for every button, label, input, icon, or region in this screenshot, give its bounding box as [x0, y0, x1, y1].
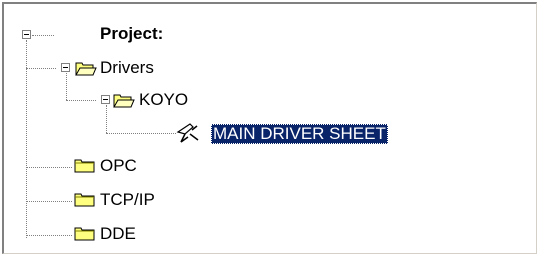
tree-connector [26, 40, 27, 238]
folder-icon [74, 193, 95, 207]
tree-item-drivers[interactable]: Drivers [98, 58, 156, 78]
tree-item-koyo[interactable]: KOYO [137, 90, 190, 110]
tree-connector [66, 100, 96, 101]
tree-connector [106, 133, 176, 134]
folder-icon [74, 227, 95, 241]
folder-icon [74, 159, 95, 173]
tree-connector [32, 35, 54, 36]
tree-connector [66, 73, 67, 100]
tree-item-dde[interactable]: DDE [98, 224, 138, 244]
project-tree: Project: Drivers KOYO MAIN DRIVER SHEET … [4, 4, 536, 253]
tree-connector [26, 68, 56, 69]
tree-item-tcpip[interactable]: TCP/IP [98, 190, 157, 210]
collapse-icon[interactable] [22, 30, 31, 39]
tree-connector [26, 167, 72, 168]
collapse-icon[interactable] [61, 63, 70, 72]
tree-item-opc[interactable]: OPC [98, 156, 139, 176]
open-folder-icon [75, 62, 97, 76]
open-folder-icon [113, 94, 135, 108]
project-tree-panel: Project: Drivers KOYO MAIN DRIVER SHEET … [2, 2, 537, 254]
tree-item-main-driver-sheet[interactable]: MAIN DRIVER SHEET [211, 124, 388, 144]
driver-sheet-icon [176, 123, 199, 143]
tree-connector [26, 235, 72, 236]
tree-connector [106, 105, 107, 133]
collapse-icon[interactable] [101, 95, 110, 104]
tree-root-project[interactable]: Project: [98, 24, 165, 44]
tree-connector [26, 201, 72, 202]
